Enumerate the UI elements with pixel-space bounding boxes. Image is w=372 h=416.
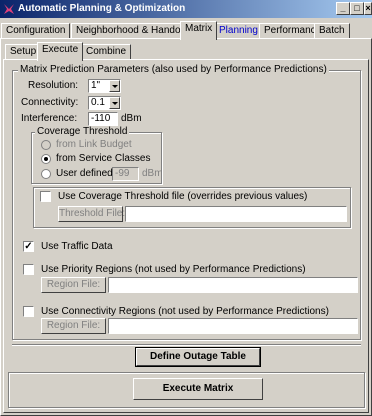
execute-matrix-button[interactable]: Execute Matrix bbox=[133, 378, 263, 400]
use-connectivity-regions-label: Use Connectivity Regions (not used by Pe… bbox=[41, 306, 329, 317]
user-defined-label: User defined: bbox=[56, 168, 116, 179]
use-traffic-data-checkbox[interactable]: ✓ bbox=[23, 241, 34, 252]
radio-user-defined[interactable] bbox=[41, 169, 51, 179]
interference-input[interactable]: -110 bbox=[88, 112, 118, 126]
priority-region-file-path[interactable] bbox=[108, 277, 358, 293]
coverage-threshold-legend: Coverage Threshold bbox=[35, 126, 130, 137]
connectivity-region-file-path[interactable] bbox=[108, 318, 358, 334]
resolution-value: 1" bbox=[91, 80, 101, 91]
connectivity-select[interactable]: 0.1 bbox=[88, 96, 121, 110]
interference-label: Interference: bbox=[21, 113, 78, 124]
connectivity-value: 0.1 bbox=[91, 97, 105, 108]
connectivity-label: Connectivity: bbox=[21, 97, 79, 108]
tab-planning[interactable]: Planning bbox=[214, 23, 263, 39]
user-defined-input[interactable]: -99 bbox=[112, 167, 139, 181]
window-title: Automatic Planning & Optimization bbox=[18, 3, 186, 14]
user-defined-unit: dBm bbox=[142, 168, 163, 179]
threshold-file-checkbox-label: Use Coverage Threshold file (overrides p… bbox=[58, 191, 308, 202]
threshold-file-checkbox[interactable] bbox=[40, 191, 51, 202]
minimize-icon: _ bbox=[340, 3, 346, 13]
subtab-setup[interactable]: Setup bbox=[5, 44, 42, 60]
minimize-button[interactable]: _ bbox=[336, 2, 350, 15]
use-priority-regions-checkbox[interactable] bbox=[23, 264, 34, 275]
threshold-file-button[interactable]: Threshold File: bbox=[58, 206, 125, 222]
tab-configuration[interactable]: Configuration bbox=[1, 23, 71, 39]
chevron-down-icon[interactable] bbox=[109, 97, 120, 109]
use-priority-regions-label: Use Priority Regions (not used by Perfor… bbox=[41, 264, 306, 275]
close-button[interactable]: × bbox=[364, 2, 372, 15]
from-link-budget-label: from Link Budget bbox=[56, 139, 132, 150]
radio-from-service-classes[interactable] bbox=[41, 154, 51, 164]
use-connectivity-regions-checkbox[interactable] bbox=[23, 306, 34, 317]
maximize-icon: □ bbox=[354, 3, 360, 13]
close-icon: × bbox=[365, 3, 371, 13]
tab-neighborhood-handoff[interactable]: Neighborhood & Handoff bbox=[71, 23, 191, 39]
separator bbox=[12, 344, 361, 346]
resolution-label: Resolution: bbox=[28, 80, 79, 91]
app-icon bbox=[4, 4, 14, 14]
matrix-params-legend: Matrix Prediction Parameters (also used … bbox=[18, 64, 329, 75]
connectivity-region-file-button[interactable]: Region File: bbox=[41, 318, 106, 334]
threshold-file-path[interactable] bbox=[125, 206, 347, 222]
from-service-classes-label: from Service Classes bbox=[56, 153, 151, 164]
subtab-execute[interactable]: Execute bbox=[37, 42, 84, 61]
resolution-select[interactable]: 1" bbox=[88, 79, 121, 93]
define-outage-table-button[interactable]: Define Outage Table bbox=[135, 347, 261, 367]
title-bar[interactable]: Automatic Planning & Optimization _ □ × bbox=[0, 0, 372, 18]
interference-unit: dBm bbox=[121, 113, 142, 124]
tab-matrix[interactable]: Matrix bbox=[180, 21, 218, 40]
tab-batch[interactable]: Batch bbox=[314, 23, 350, 39]
priority-region-file-button[interactable]: Region File: bbox=[41, 277, 106, 293]
use-traffic-data-label: Use Traffic Data bbox=[41, 241, 113, 252]
chevron-down-icon[interactable] bbox=[109, 80, 120, 92]
radio-from-link-budget[interactable] bbox=[41, 140, 51, 150]
subtab-combine[interactable]: Combine bbox=[81, 44, 132, 60]
maximize-button[interactable]: □ bbox=[350, 2, 364, 15]
